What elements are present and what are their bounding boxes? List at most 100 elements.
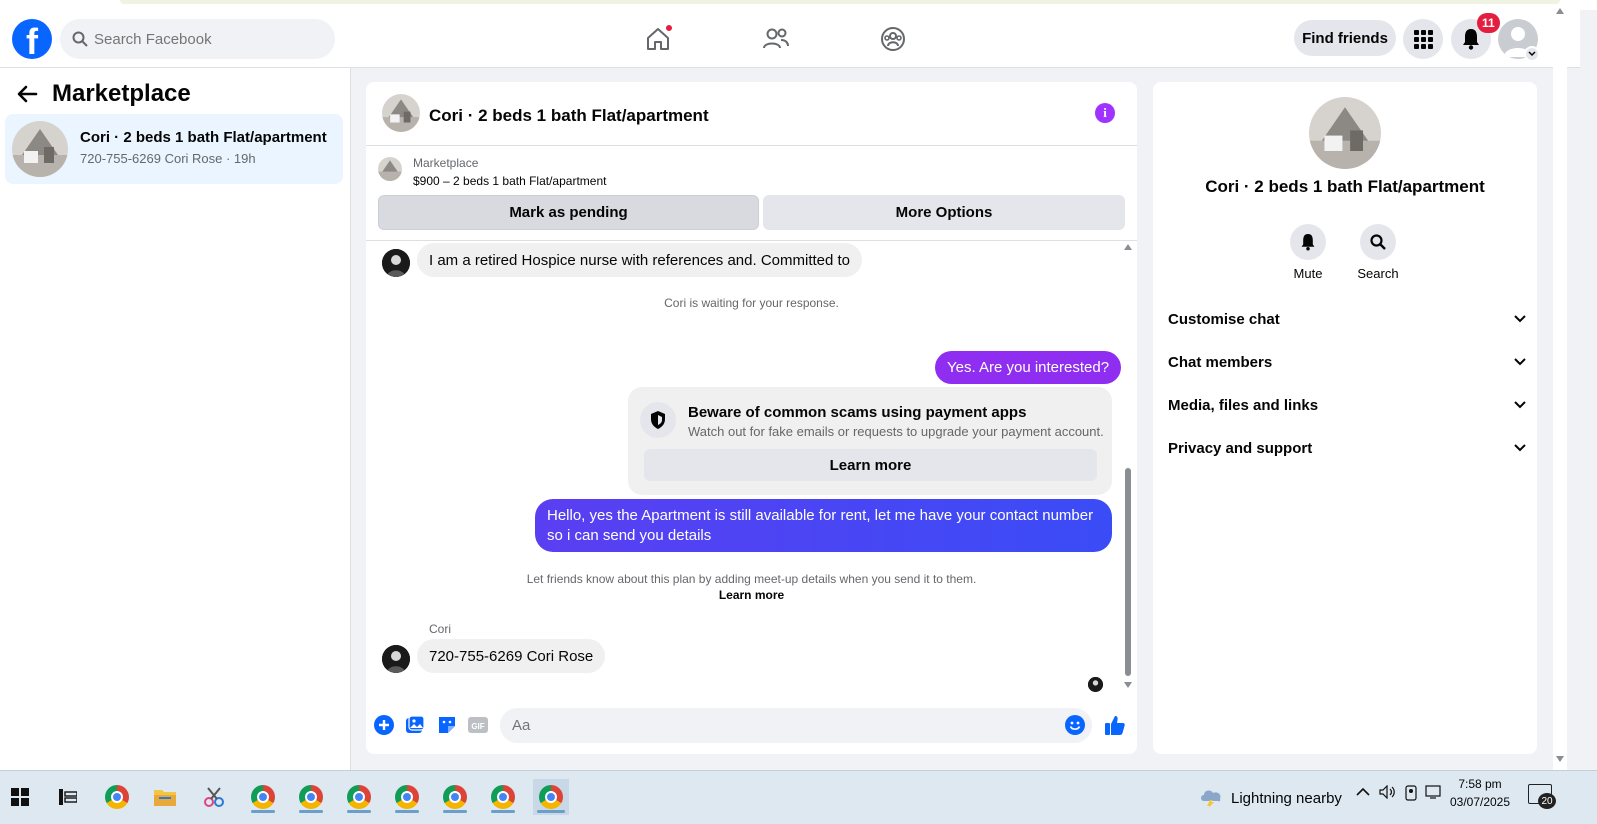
chat-scrollbar[interactable] (1122, 242, 1134, 692)
chat-window: Cori · 2 beds 1 bath Flat/apartment i Ma… (366, 82, 1137, 754)
listing-source: Marketplace (413, 156, 479, 170)
menu-button[interactable] (1403, 19, 1443, 59)
waiting-note: Cori is waiting for your response. (664, 296, 839, 310)
emoji-icon[interactable] (1065, 715, 1085, 735)
scroll-up-icon[interactable] (1124, 244, 1132, 250)
chrome-profile-icon-active[interactable] (533, 779, 569, 815)
storm-cloud-icon (1201, 790, 1221, 809)
marketplace-sidebar: Marketplace Cori · 2 beds 1 bath Flat/ap… (0, 68, 351, 770)
groups-tab[interactable] (876, 22, 910, 56)
page-scrollbar[interactable] (1553, 6, 1567, 770)
notification-center-count: 20 (1538, 793, 1556, 809)
chrome-profile-icon[interactable] (437, 779, 473, 815)
chrome-icon[interactable] (99, 779, 135, 815)
photo-icon[interactable] (404, 714, 426, 736)
section-media-files-links[interactable]: Media, files and links (1168, 387, 1526, 423)
chrome-profile-icon[interactable] (245, 779, 281, 815)
gif-icon[interactable]: GIF (467, 714, 489, 736)
shield-icon (640, 402, 676, 438)
outgoing-message[interactable]: Yes. Are you interested? (935, 351, 1122, 384)
listing-banner-thumbnail (378, 157, 402, 181)
account-chevron-icon[interactable] (1524, 46, 1540, 62)
chat-details-panel: Cori · 2 beds 1 bath Flat/apartment Mute… (1153, 82, 1537, 754)
search-input[interactable] (94, 19, 324, 59)
chrome-profile-icon[interactable] (389, 779, 425, 815)
find-friends-button[interactable]: Find friends (1294, 20, 1396, 56)
mute-button[interactable]: Mute (1278, 224, 1338, 281)
section-privacy-support[interactable]: Privacy and support (1168, 430, 1526, 466)
snipping-tool-icon[interactable] (196, 779, 232, 815)
clock-time: 7:58 pm (1458, 777, 1502, 791)
incoming-message[interactable]: I am a retired Hospice nurse with refere… (417, 243, 863, 277)
scroll-up-icon[interactable] (1556, 8, 1564, 14)
back-arrow-icon[interactable] (16, 83, 38, 105)
search-label: Search (1357, 266, 1399, 281)
message-input[interactable] (512, 708, 1052, 743)
meet-now-icon[interactable] (1404, 785, 1420, 804)
message-composer: GIF (366, 702, 1137, 754)
chrome-profile-icon[interactable] (341, 779, 377, 815)
conversation-item[interactable]: Cori · 2 beds 1 bath Flat/apartment 720-… (5, 114, 343, 184)
details-thumbnail[interactable] (1309, 97, 1381, 169)
network-icon[interactable] (1425, 785, 1443, 802)
sender-avatar[interactable] (382, 645, 410, 673)
chrome-profile-icon[interactable] (293, 779, 329, 815)
task-view-icon[interactable] (50, 779, 86, 815)
svg-text:GIF: GIF (471, 722, 484, 731)
sender-name: Cori (429, 622, 452, 636)
more-options-button[interactable]: More Options (763, 195, 1125, 230)
scroll-down-icon[interactable] (1556, 756, 1564, 762)
listing-banner: Marketplace $900 – 2 beds 1 bath Flat/ap… (366, 146, 1137, 241)
info-icon[interactable]: i (1095, 103, 1115, 123)
chevron-up-icon[interactable] (1356, 785, 1370, 800)
listing-thumbnail (12, 121, 68, 177)
scam-learn-more-button[interactable]: Learn more (644, 449, 1097, 481)
chat-scrollbar-thumb[interactable] (1125, 468, 1131, 676)
friends-tab[interactable] (759, 22, 793, 56)
system-clock[interactable]: 7:58 pm 03/07/2025 (1446, 775, 1514, 811)
mute-label: Mute (1293, 266, 1323, 281)
outgoing-message[interactable]: Hello, yes the Apartment is still availa… (535, 499, 1112, 552)
home-notification-dot (665, 24, 673, 32)
scam-warning-title: Beware of common scams using payment app… (688, 404, 1027, 421)
menu-grid-icon (1414, 30, 1433, 49)
thumbs-up-icon[interactable] (1104, 714, 1126, 736)
sticker-icon[interactable] (436, 714, 458, 736)
message-input-box[interactable] (500, 708, 1092, 743)
scam-warning-description: Watch out for fake emails or requests to… (688, 424, 1104, 439)
groups-icon (881, 27, 905, 51)
search-box[interactable] (60, 19, 335, 59)
chrome-profile-icon[interactable] (485, 779, 521, 815)
home-tab[interactable] (641, 22, 675, 56)
scroll-down-icon[interactable] (1124, 682, 1132, 688)
incoming-message[interactable]: 720-755-6269 Cori Rose (417, 639, 606, 673)
friends-icon (763, 28, 789, 49)
search-chat-button[interactable]: Search (1348, 224, 1408, 281)
chevron-down-icon (1514, 358, 1526, 366)
seen-receipt-avatar (1088, 677, 1103, 692)
listing-description[interactable]: $900 – 2 beds 1 bath Flat/apartment (413, 174, 606, 188)
bell-icon (1301, 234, 1315, 251)
mark-pending-button[interactable]: Mark as pending (378, 195, 759, 230)
section-customise-chat[interactable]: Customise chat (1168, 301, 1526, 337)
section-chat-members[interactable]: Chat members (1168, 344, 1526, 380)
file-explorer-icon[interactable] (147, 779, 183, 815)
top-navigation: f Find friends 11 (0, 6, 1580, 68)
chat-header-thumbnail[interactable] (382, 94, 420, 132)
windows-start-icon[interactable] (2, 779, 38, 815)
bell-icon (1463, 29, 1479, 50)
meetup-note: Let friends know about this plan by addi… (526, 572, 977, 586)
plus-icon[interactable] (373, 714, 395, 736)
scam-warning-card: Beware of common scams using payment app… (628, 387, 1112, 495)
facebook-logo[interactable]: f (12, 19, 52, 62)
weather-widget[interactable]: Lightning nearby (1198, 781, 1342, 815)
conversation-title: Cori · 2 beds 1 bath Flat/apartment (80, 129, 327, 146)
chat-title[interactable]: Cori · 2 beds 1 bath Flat/apartment (429, 106, 709, 126)
sender-avatar[interactable] (382, 249, 410, 277)
meetup-learn-more-link[interactable]: Learn more (366, 588, 1137, 602)
details-title[interactable]: Cori · 2 beds 1 bath Flat/apartment (1153, 177, 1537, 197)
notification-badge: 11 (1477, 13, 1500, 33)
chevron-down-icon (1514, 401, 1526, 409)
volume-icon[interactable] (1379, 784, 1397, 802)
chat-header: Cori · 2 beds 1 bath Flat/apartment i (366, 82, 1137, 146)
